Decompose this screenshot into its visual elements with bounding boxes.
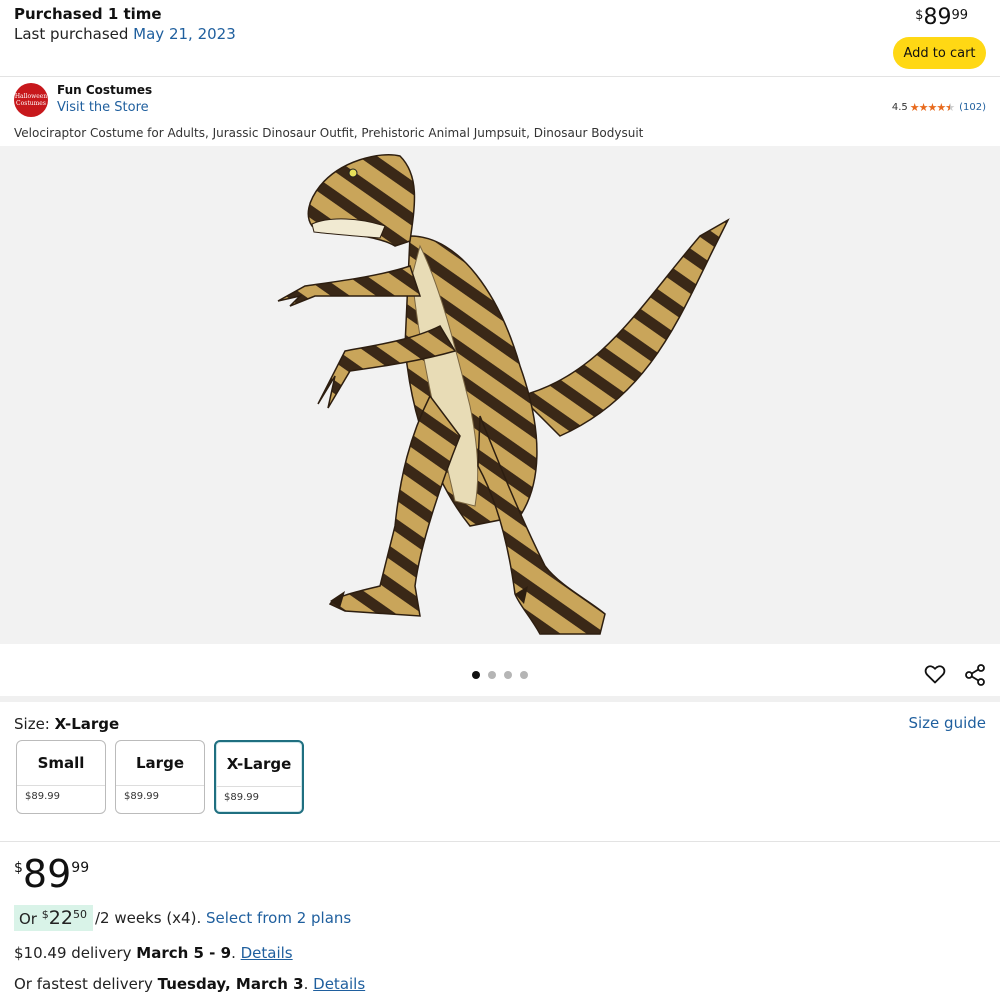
- share-icon[interactable]: [963, 663, 987, 687]
- delivery-price: $10.49 delivery: [14, 944, 132, 962]
- velociraptor-costume-image: [277, 154, 730, 635]
- main-price-currency: $: [14, 860, 23, 876]
- fastest-delivery: Or fastest delivery Tuesday, March 3. De…: [14, 975, 366, 993]
- purchase-history-banner: Purchased 1 time Last purchased May 21, …: [0, 0, 1000, 77]
- header-price-cents: 99: [951, 8, 968, 23]
- size-option-divider: [216, 786, 302, 787]
- size-option-name: Small: [37, 754, 85, 772]
- standard-delivery: $10.49 delivery March 5 - 9. Details: [14, 944, 293, 962]
- delivery-details-link[interactable]: Details: [241, 944, 293, 962]
- main-price: $8999: [14, 852, 89, 896]
- add-to-cart-button[interactable]: Add to cart: [893, 37, 986, 69]
- carousel-dot-3[interactable]: [504, 671, 512, 679]
- installment-currency: $: [41, 908, 49, 921]
- visit-store-link[interactable]: Visit the Store: [57, 100, 149, 115]
- carousel-indicator: [472, 671, 528, 679]
- section-divider: [0, 841, 1000, 842]
- seller-logo[interactable]: Halloween Costumes: [14, 83, 48, 117]
- size-label-text: Size:: [14, 715, 50, 733]
- selected-size: X-Large: [54, 715, 120, 733]
- section-divider: [0, 696, 1000, 702]
- size-option-price: $89.99: [124, 791, 159, 802]
- installment-cents: 50: [72, 908, 87, 921]
- carousel-dot-1[interactable]: [472, 671, 480, 679]
- heart-icon[interactable]: [923, 662, 947, 686]
- size-option-price: $89.99: [25, 791, 60, 802]
- installment-terms: /2 weeks (x4).: [94, 909, 202, 927]
- fastest-delivery-label: Or fastest delivery: [14, 975, 153, 993]
- product-title: Velociraptor Costume for Adults, Jurassi…: [14, 126, 644, 140]
- select-plans-link[interactable]: Select from 2 plans: [206, 909, 351, 927]
- carousel-dot-2[interactable]: [488, 671, 496, 679]
- last-purchased-label: Last purchased: [14, 25, 129, 43]
- header-price-currency: $: [915, 8, 924, 23]
- size-option-divider: [116, 785, 204, 786]
- size-label: Size: X-Large: [14, 715, 119, 733]
- size-option-large[interactable]: Large $89.99: [115, 740, 205, 814]
- review-count-link[interactable]: (102): [959, 102, 986, 113]
- last-purchased: Last purchased May 21, 2023: [14, 25, 236, 43]
- carousel-dot-4[interactable]: [520, 671, 528, 679]
- purchase-count: Purchased 1 time: [14, 5, 162, 23]
- size-option-price: $89.99: [224, 792, 259, 803]
- installment-offer: Or $2250 /2 weeks (x4). Select from 2 pl…: [14, 905, 351, 931]
- installment-amount: Or $2250: [14, 905, 93, 931]
- size-option-name: Large: [136, 754, 184, 772]
- main-price-dollars: 89: [22, 852, 72, 896]
- size-guide-link[interactable]: Size guide: [908, 714, 986, 732]
- size-option-name: X-Large: [226, 755, 292, 773]
- seller-name: Fun Costumes: [57, 83, 153, 97]
- installment-dollars: 22: [48, 907, 73, 929]
- fastest-delivery-date: Tuesday, March 3: [157, 975, 304, 993]
- fastest-delivery-details-link[interactable]: Details: [313, 975, 365, 993]
- star-rating-icon: ★★★★★★: [909, 101, 955, 114]
- size-option-x-large[interactable]: X-Large $89.99: [214, 740, 304, 814]
- rating-value: 4.5: [891, 102, 908, 113]
- product-image-carousel[interactable]: [0, 146, 1000, 644]
- header-price-dollars: 89: [923, 5, 952, 30]
- size-option-divider: [17, 785, 105, 786]
- main-price-cents: 99: [71, 860, 90, 876]
- size-option-small[interactable]: Small $89.99: [16, 740, 106, 814]
- rating[interactable]: 4.5 ★★★★★★ (102): [892, 101, 986, 114]
- header-price: $8999: [915, 5, 968, 30]
- installment-prefix: Or: [19, 910, 37, 928]
- delivery-dates: March 5 - 9: [136, 944, 232, 962]
- last-purchased-date-link[interactable]: May 21, 2023: [133, 25, 236, 43]
